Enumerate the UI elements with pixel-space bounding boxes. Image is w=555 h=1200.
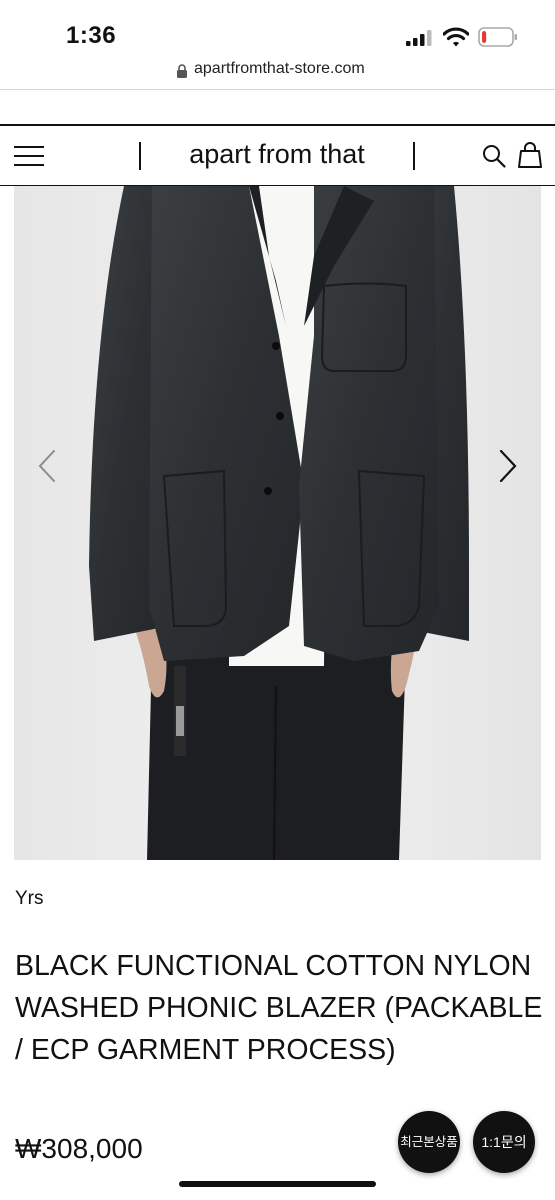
product-image[interactable] [14, 186, 541, 860]
wifi-icon [443, 27, 469, 47]
shopping-bag-icon[interactable] [518, 142, 542, 168]
header-separator-left [139, 142, 141, 170]
product-brand[interactable]: Yrs [15, 888, 44, 910]
battery-icon [478, 27, 517, 47]
url-divider [0, 89, 555, 90]
inquiry-button[interactable]: 1:1문의 [473, 1111, 535, 1173]
lock-icon [177, 64, 187, 78]
menu-icon[interactable] [14, 146, 44, 166]
search-icon[interactable] [482, 144, 506, 168]
status-time: 1:36 [66, 22, 117, 49]
product-name: BLACK FUNCTIONAL COTTON NYLON WASHED PHO… [15, 950, 543, 1066]
status-bar: 1:36 [0, 0, 555, 62]
home-indicator[interactable] [179, 1181, 376, 1187]
chevron-left-icon[interactable] [36, 448, 58, 484]
chevron-right-icon[interactable] [497, 448, 519, 484]
signal-icon [406, 30, 432, 46]
recent-viewed-button[interactable]: 최근본상품 [398, 1111, 460, 1173]
url-text[interactable]: apartfromthat-store.com [194, 60, 365, 78]
product-photo-illustration [14, 186, 541, 860]
site-logo-title[interactable]: apart from that [150, 139, 404, 170]
header-separator-right [413, 142, 415, 170]
product-price: ₩308,000 [15, 1133, 143, 1164]
